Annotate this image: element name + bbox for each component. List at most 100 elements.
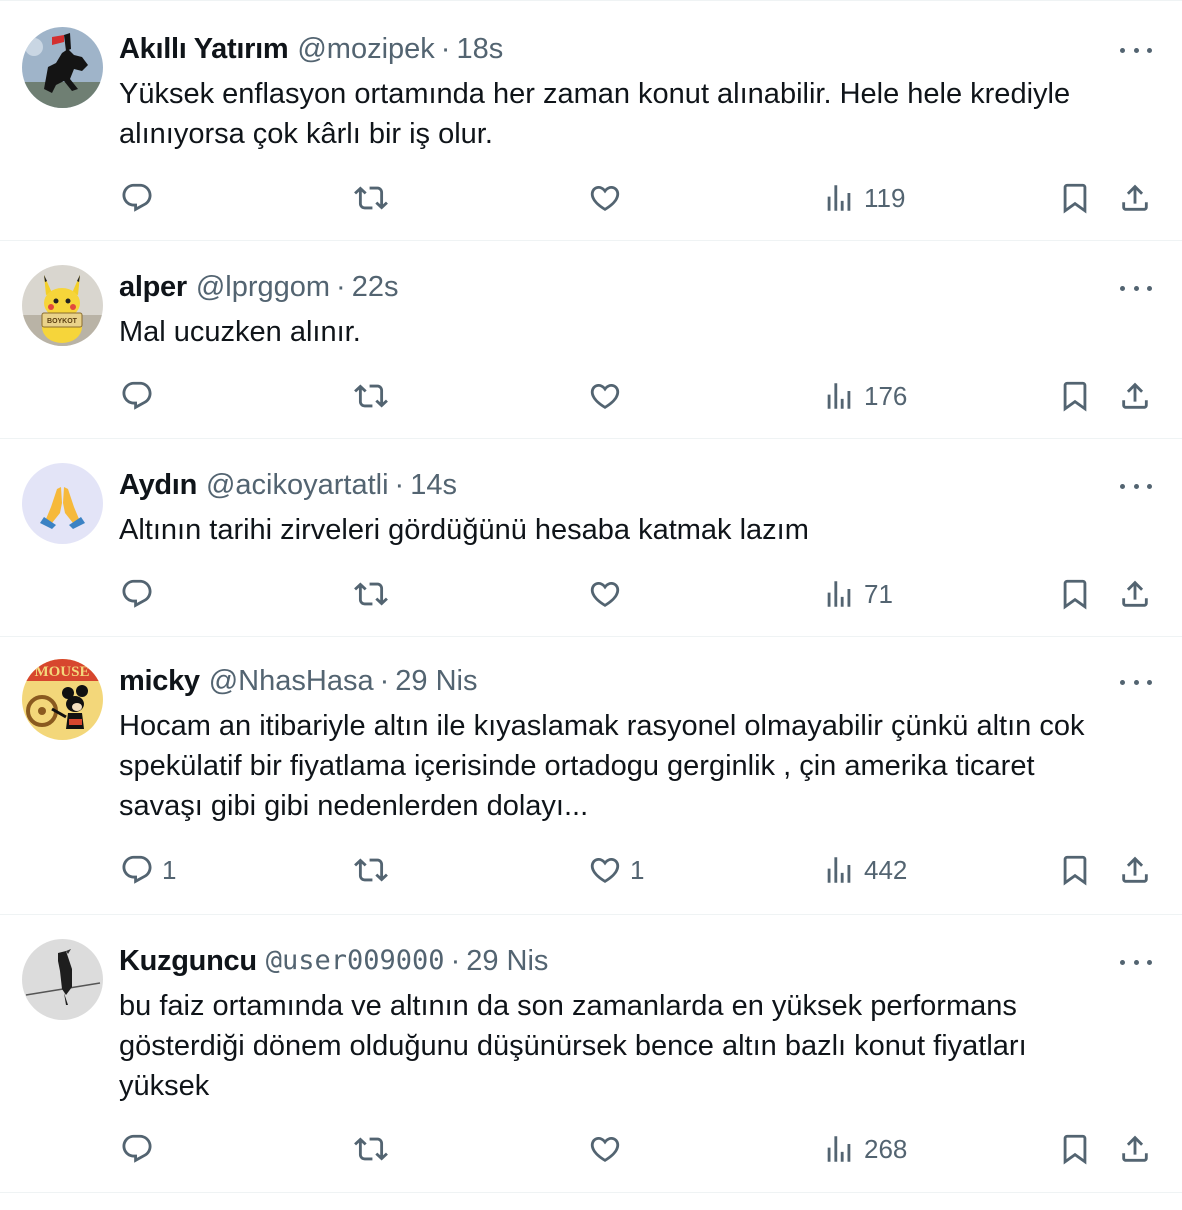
reply-icon	[122, 579, 152, 608]
views-button[interactable]: 119	[822, 178, 905, 218]
views-button[interactable]: 268	[822, 1129, 907, 1169]
separator: ·	[394, 469, 405, 501]
user-handle[interactable]: @lprggom	[196, 269, 330, 305]
tweet[interactable]: Kuzguncu @user009000 · 29 Nis bu faiz or…	[0, 915, 1182, 1193]
bookmark-button[interactable]	[1058, 1129, 1092, 1169]
tweet[interactable]: Aydın @acikoyartatli · 14s Altının tarih…	[0, 439, 1182, 637]
views-count: 442	[864, 854, 908, 885]
avatar[interactable]: MOUSE	[22, 659, 103, 740]
views-icon	[827, 185, 851, 211]
share-icon	[1122, 184, 1148, 211]
bookmark-icon	[1063, 381, 1087, 412]
tweet[interactable]: MOUSE micky @NhasHasa · 29 Nis Hocam an …	[0, 637, 1182, 915]
tweet-header: Akıllı Yatırım @mozipek · 18s	[119, 31, 503, 67]
action-bar: 1 1 442	[0, 850, 1182, 890]
reply-icon	[122, 1134, 152, 1163]
user-handle[interactable]: @user009000	[266, 943, 445, 979]
tweet-header: Kuzguncu @user009000 · 29 Nis	[119, 943, 548, 979]
views-button[interactable]: 442	[822, 850, 907, 890]
reply-button[interactable]: 1	[120, 850, 176, 890]
reply-button[interactable]	[120, 574, 162, 614]
more-icon[interactable]	[1120, 670, 1152, 694]
like-button[interactable]: 1	[588, 850, 644, 890]
reply-icon	[122, 183, 152, 212]
avatar[interactable]	[22, 463, 103, 544]
praying-hands-avatar	[22, 463, 103, 544]
timestamp[interactable]: 18s	[456, 31, 503, 67]
timestamp[interactable]: 14s	[410, 467, 457, 503]
share-icon	[1122, 856, 1148, 883]
retweet-button[interactable]	[354, 850, 396, 890]
tweet-text-line: yüksek	[119, 1070, 210, 1102]
avatar[interactable]	[22, 939, 103, 1020]
retweet-button[interactable]	[354, 1129, 396, 1169]
more-icon[interactable]	[1120, 950, 1152, 974]
reply-icon	[122, 381, 152, 410]
reply-count: 1	[162, 854, 177, 885]
timestamp[interactable]: 22s	[352, 269, 399, 305]
tweet-header: micky @NhasHasa · 29 Nis	[119, 663, 477, 699]
display-name[interactable]: micky	[119, 663, 200, 699]
views-count: 176	[864, 380, 908, 411]
more-icon[interactable]	[1120, 38, 1152, 62]
action-bar: 268	[0, 1129, 1182, 1169]
like-button[interactable]	[588, 178, 630, 218]
reply-button[interactable]	[120, 376, 162, 416]
timestamp[interactable]: 29 Nis	[466, 943, 548, 979]
reply-button[interactable]	[120, 1129, 162, 1169]
tweet-text: Altının tarihi zirveleri gördüğünü hesab…	[119, 510, 1164, 550]
retweet-button[interactable]	[354, 178, 396, 218]
like-button[interactable]	[588, 1129, 630, 1169]
more-icon[interactable]	[1120, 474, 1152, 498]
bookmark-icon	[1063, 1134, 1087, 1165]
views-icon	[827, 383, 851, 409]
views-count: 119	[864, 182, 906, 213]
share-button[interactable]	[1118, 574, 1152, 614]
share-button[interactable]	[1118, 178, 1152, 218]
bookmark-button[interactable]	[1058, 376, 1092, 416]
views-icon	[827, 1136, 851, 1162]
like-button[interactable]	[588, 574, 630, 614]
views-button[interactable]: 71	[822, 574, 893, 614]
bookmark-button[interactable]	[1058, 850, 1092, 890]
avatar[interactable]: BOYKOT	[22, 265, 103, 346]
share-button[interactable]	[1118, 376, 1152, 416]
tweet-text-line: spekülatif bir fiyatlama içerisinde orta…	[119, 750, 1035, 782]
retweet-button[interactable]	[354, 574, 396, 614]
avatar[interactable]	[22, 27, 103, 108]
views-count: 71	[864, 578, 893, 609]
bookmark-button[interactable]	[1058, 574, 1092, 614]
display-name[interactable]: Aydın	[119, 467, 197, 503]
views-button[interactable]: 176	[822, 376, 907, 416]
share-button[interactable]	[1118, 850, 1152, 890]
tweet[interactable]: BOYKOT alper @lprggom · 22s Mal ucuzken …	[0, 241, 1182, 439]
more-icon[interactable]	[1120, 276, 1152, 300]
action-bar: 176	[0, 376, 1182, 416]
retweet-icon	[354, 186, 388, 210]
retweet-icon	[354, 582, 388, 606]
user-handle[interactable]: @NhasHasa	[209, 663, 374, 699]
tweet-header: Aydın @acikoyartatli · 14s	[119, 467, 457, 503]
share-button[interactable]	[1118, 1129, 1152, 1169]
reply-feed: Akıllı Yatırım @mozipek · 18s Yüksek enf…	[0, 0, 1182, 1210]
retweet-button[interactable]	[354, 376, 396, 416]
crow-on-wire-avatar	[22, 939, 103, 1020]
reply-icon	[122, 855, 152, 884]
display-name[interactable]: alper	[119, 269, 187, 305]
action-bar: 71	[0, 574, 1182, 614]
horse-statue-avatar	[22, 27, 103, 108]
tweet[interactable]: Akıllı Yatırım @mozipek · 18s Yüksek enf…	[0, 1, 1182, 241]
timestamp[interactable]: 29 Nis	[395, 663, 477, 699]
share-icon	[1122, 382, 1148, 409]
reply-button[interactable]	[120, 178, 162, 218]
bookmark-icon	[1063, 855, 1087, 886]
display-name[interactable]: Kuzguncu	[119, 943, 257, 979]
tweet-text-line: alınıyorsa çok kârlı bir iş olur.	[119, 118, 493, 150]
like-button[interactable]	[588, 376, 630, 416]
separator: ·	[379, 665, 390, 697]
bookmark-button[interactable]	[1058, 178, 1092, 218]
tweet-text: Mal ucuzken alınır.	[119, 312, 1164, 352]
user-handle[interactable]: @mozipek	[297, 31, 434, 67]
display-name[interactable]: Akıllı Yatırım	[119, 31, 289, 67]
user-handle[interactable]: @acikoyartatli	[206, 467, 389, 503]
